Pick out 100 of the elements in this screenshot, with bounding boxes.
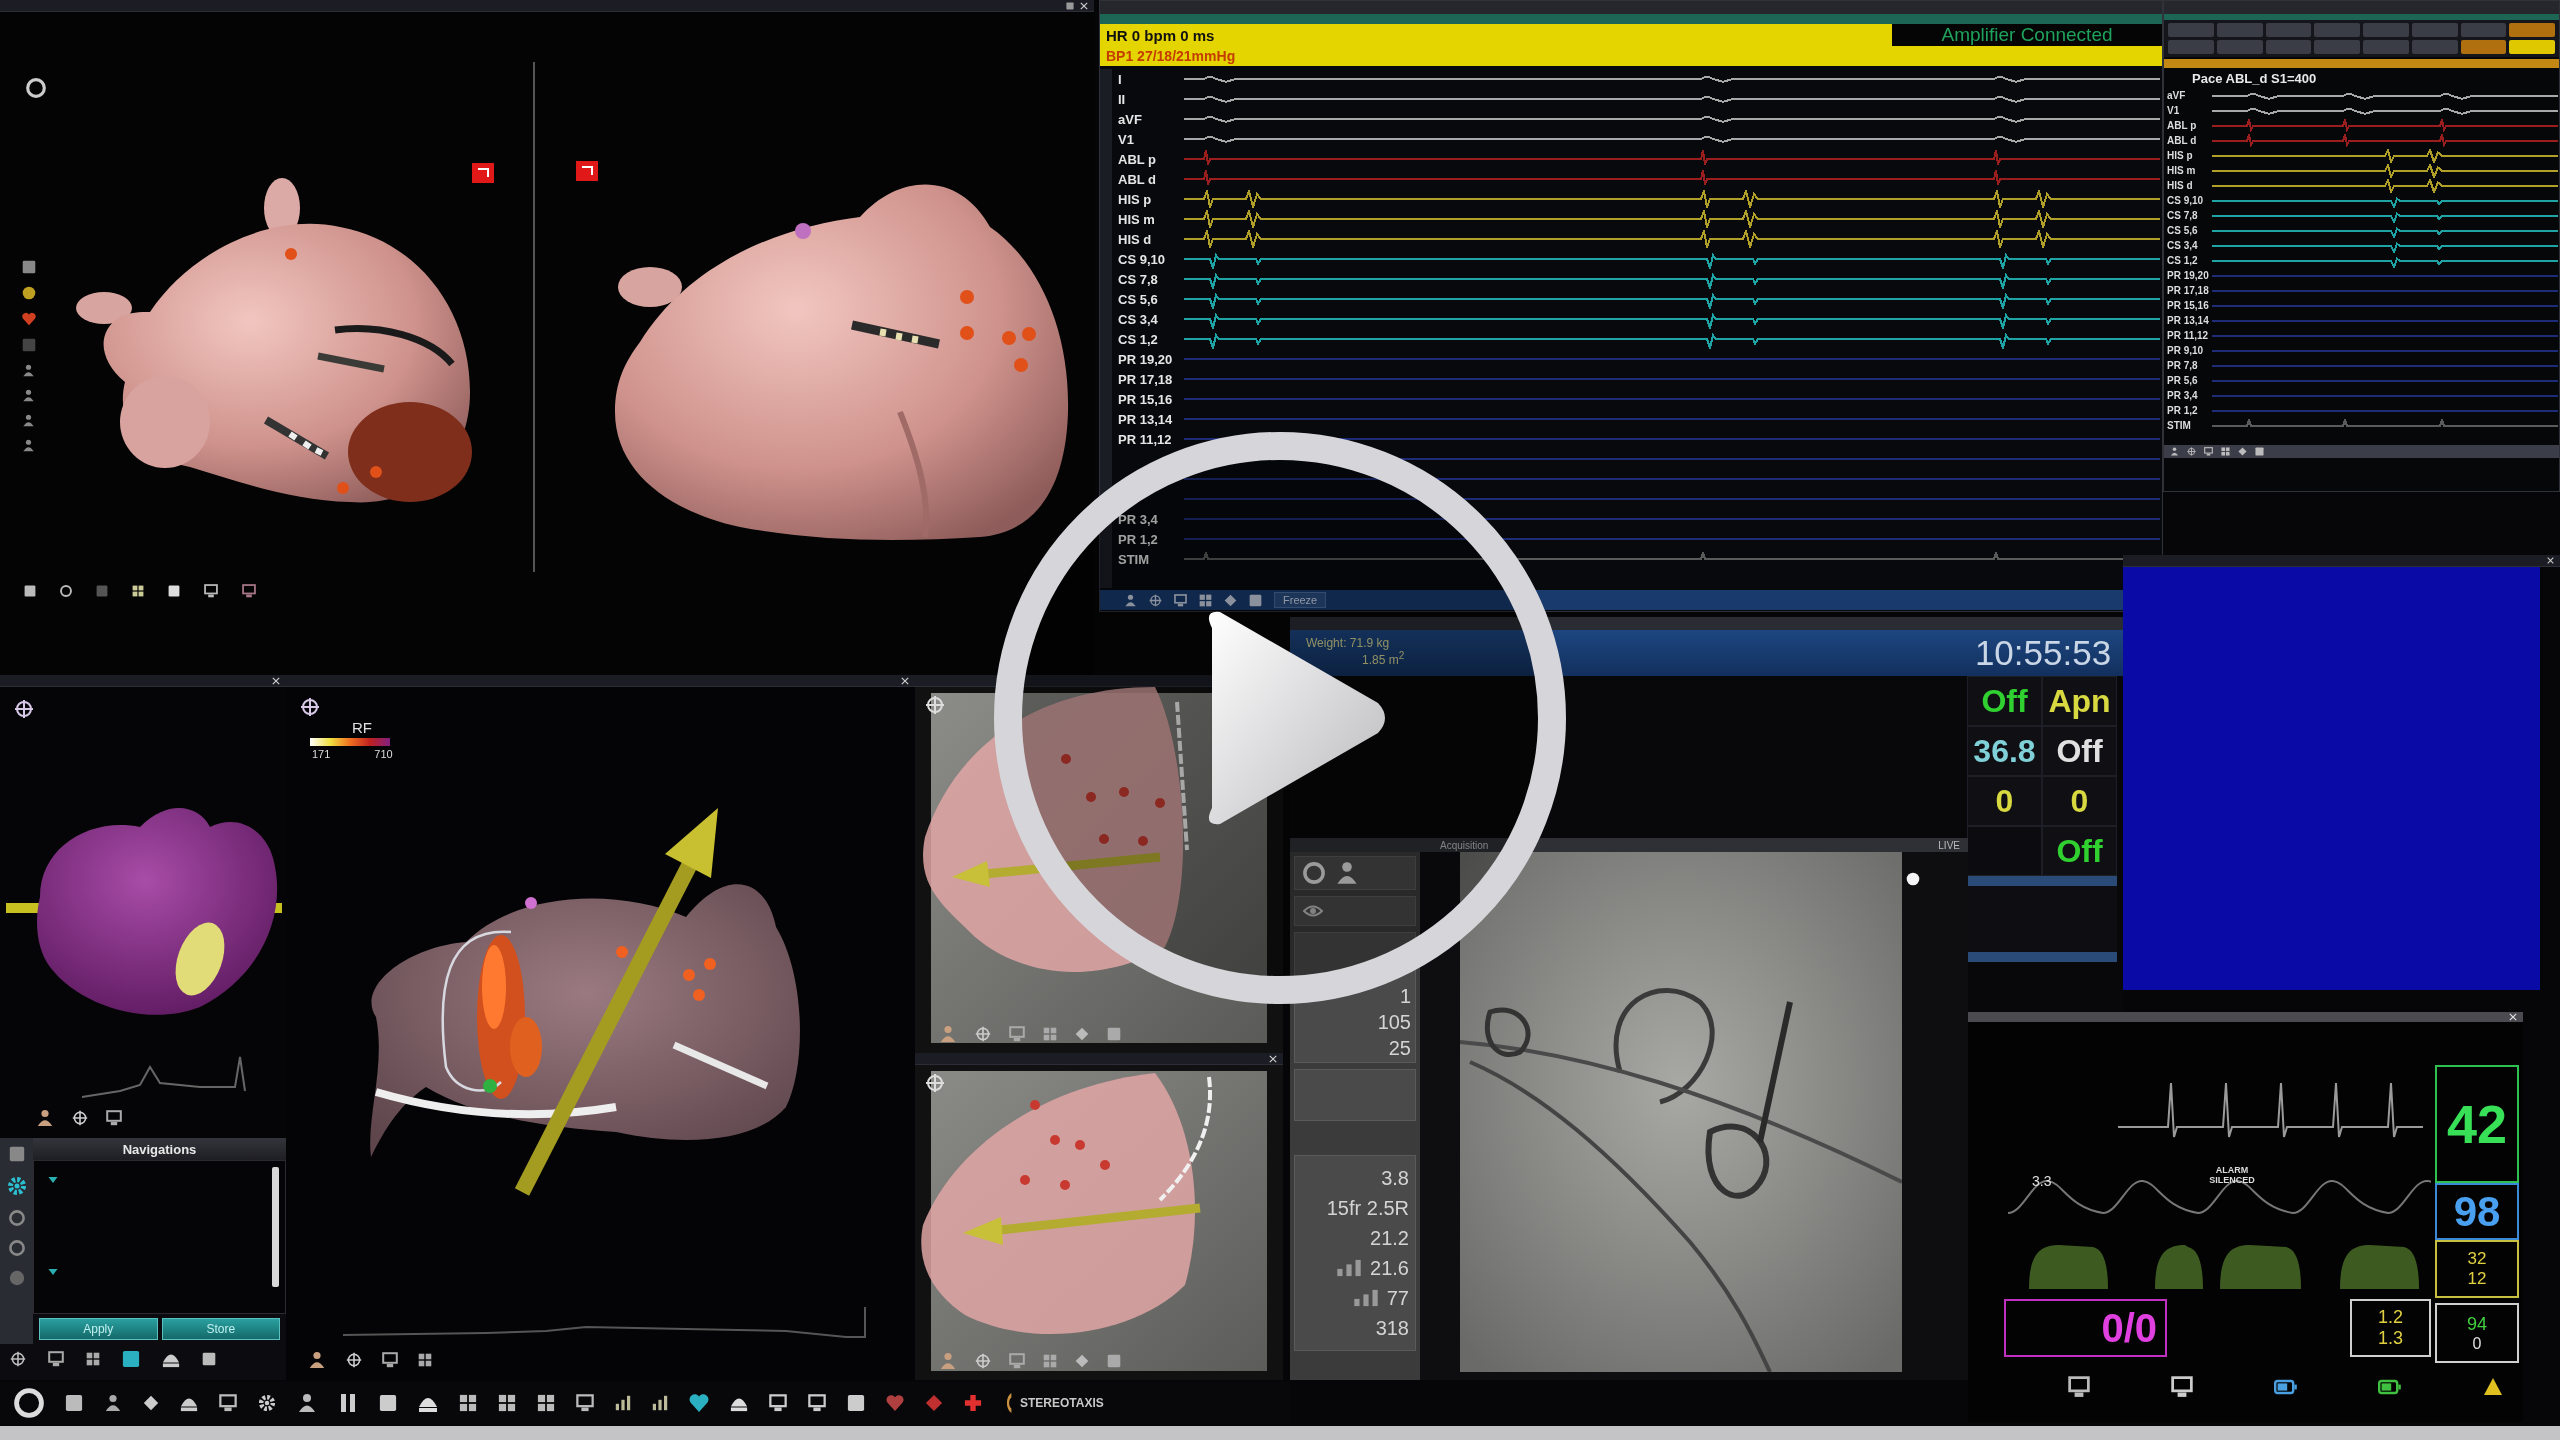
person-icon[interactable] <box>22 439 35 452</box>
monitor-icon[interactable] <box>219 1394 237 1412</box>
signal-bars-icon[interactable] <box>652 1395 668 1411</box>
diamond-icon[interactable] <box>2238 447 2247 456</box>
monitor-icon[interactable] <box>2170 1376 2193 1398</box>
ablation-point <box>1155 798 1165 808</box>
grid-icon[interactable] <box>418 1353 432 1367</box>
grid-icon[interactable] <box>498 1394 516 1412</box>
channel-label: PR 11,12 <box>2167 330 2209 341</box>
panel-button[interactable]: Apply <box>39 1318 158 1340</box>
channel-label: PR 1,2 <box>2167 405 2198 416</box>
caret-icon[interactable] <box>48 1175 58 1185</box>
close-icon[interactable] <box>272 676 280 685</box>
person-icon[interactable] <box>1124 593 1137 607</box>
person-icon[interactable] <box>297 1393 317 1413</box>
plus-icon[interactable] <box>964 1394 982 1412</box>
person-icon[interactable] <box>1335 861 1359 885</box>
warning-icon[interactable] <box>2483 1377 2503 1397</box>
heart-icon[interactable] <box>689 1393 709 1413</box>
monitor-icon[interactable] <box>48 1351 64 1367</box>
channel-label: I <box>1118 71 1122 87</box>
monitor-icon[interactable] <box>242 584 256 598</box>
crosshair-icon[interactable] <box>346 1352 362 1368</box>
diamond-icon[interactable] <box>143 1395 159 1411</box>
crosshair-icon[interactable] <box>10 1351 26 1367</box>
square-icon[interactable] <box>847 1394 865 1412</box>
monitor-icon[interactable] <box>204 584 218 598</box>
grid-icon[interactable] <box>86 1352 100 1366</box>
monitor-icon[interactable] <box>2204 447 2213 456</box>
panel-button[interactable]: Store <box>161 1318 280 1340</box>
square-icon[interactable] <box>65 1394 83 1412</box>
heart-icon[interactable] <box>886 1394 904 1412</box>
crosshair-icon[interactable] <box>300 697 320 717</box>
channel-label: PR 5,6 <box>2167 375 2198 386</box>
channel-label: HIS d <box>2167 180 2193 191</box>
ablation-point <box>704 958 716 970</box>
ablation-point <box>1022 327 1036 341</box>
person-icon[interactable] <box>22 414 35 427</box>
square-icon[interactable] <box>24 585 36 597</box>
monitor-icon[interactable] <box>2068 1376 2090 1398</box>
pause-icon[interactable] <box>338 1393 358 1413</box>
heart-icon[interactable] <box>22 312 36 326</box>
monitor-icon[interactable] <box>769 1394 787 1412</box>
grid-icon[interactable] <box>1199 593 1212 607</box>
grid-icon[interactable] <box>537 1394 555 1412</box>
monitor-icon[interactable] <box>808 1394 826 1412</box>
crosshair-icon[interactable] <box>925 1073 945 1093</box>
close-icon[interactable] <box>1269 1054 1277 1063</box>
square-icon[interactable] <box>122 1350 140 1368</box>
square-marker-icon[interactable] <box>472 163 494 183</box>
heart-rate-value: 42 <box>2446 1093 2508 1155</box>
monitor-icon[interactable] <box>106 1110 122 1126</box>
square-marker-icon[interactable] <box>576 161 598 181</box>
crosshair-icon[interactable] <box>14 699 34 719</box>
channel-label: CS 9,10 <box>2167 195 2204 206</box>
gear-icon[interactable] <box>258 1394 276 1412</box>
channel-label: PR 17,18 <box>1118 371 1173 387</box>
dot-icon <box>1906 872 1920 886</box>
square-icon[interactable] <box>1066 1 1074 10</box>
grid-icon[interactable] <box>132 585 144 597</box>
grid-icon[interactable] <box>2221 447 2230 456</box>
monitor-icon[interactable] <box>382 1352 398 1368</box>
channel-label: PR 15,16 <box>1118 391 1173 407</box>
person-icon[interactable] <box>2170 447 2179 456</box>
person-icon[interactable] <box>308 1351 326 1369</box>
caret-icon[interactable] <box>48 1267 58 1277</box>
dot-icon[interactable] <box>8 1270 25 1286</box>
person-icon[interactable] <box>36 1109 54 1127</box>
close-icon[interactable] <box>1080 1 1088 10</box>
close-icon[interactable] <box>2547 557 2554 564</box>
channel-label: PR 11,12 <box>1118 431 1172 447</box>
square-icon[interactable] <box>379 1394 397 1412</box>
grid-icon[interactable] <box>459 1394 477 1412</box>
square-icon[interactable] <box>168 585 180 597</box>
scrollbar[interactable] <box>272 1167 279 1287</box>
person-icon[interactable] <box>22 364 35 377</box>
close-icon[interactable] <box>901 676 909 685</box>
ablation-point <box>616 946 628 958</box>
gas-value: 0 <box>2472 1334 2482 1353</box>
person-icon[interactable] <box>22 389 35 402</box>
ablation-point <box>1100 1160 1110 1170</box>
channel-label: ABL p <box>2167 120 2197 131</box>
ablation-point <box>1060 1180 1070 1190</box>
dot-icon[interactable] <box>22 286 36 300</box>
gear-icon[interactable] <box>6 1176 27 1196</box>
ring-icon[interactable] <box>26 78 46 98</box>
crosshair-icon[interactable] <box>925 695 945 715</box>
ring-icon[interactable] <box>60 585 72 597</box>
channel-label: PR 13,14 <box>2167 315 2209 326</box>
play-button[interactable] <box>994 432 1566 1004</box>
person-icon[interactable] <box>104 1394 122 1412</box>
close-icon[interactable] <box>2509 1013 2517 1021</box>
toolbar-button[interactable] <box>2460 40 2507 54</box>
freeze-button[interactable]: Freeze <box>1274 592 1327 608</box>
crosshair-icon[interactable] <box>72 1110 88 1126</box>
channel-label: CS 1,2 <box>1118 331 1158 347</box>
square-icon[interactable] <box>202 1352 216 1366</box>
signal-bars-icon[interactable] <box>615 1395 631 1411</box>
channel-label: HIS m <box>2167 165 2196 176</box>
monitor-icon[interactable] <box>576 1394 594 1412</box>
